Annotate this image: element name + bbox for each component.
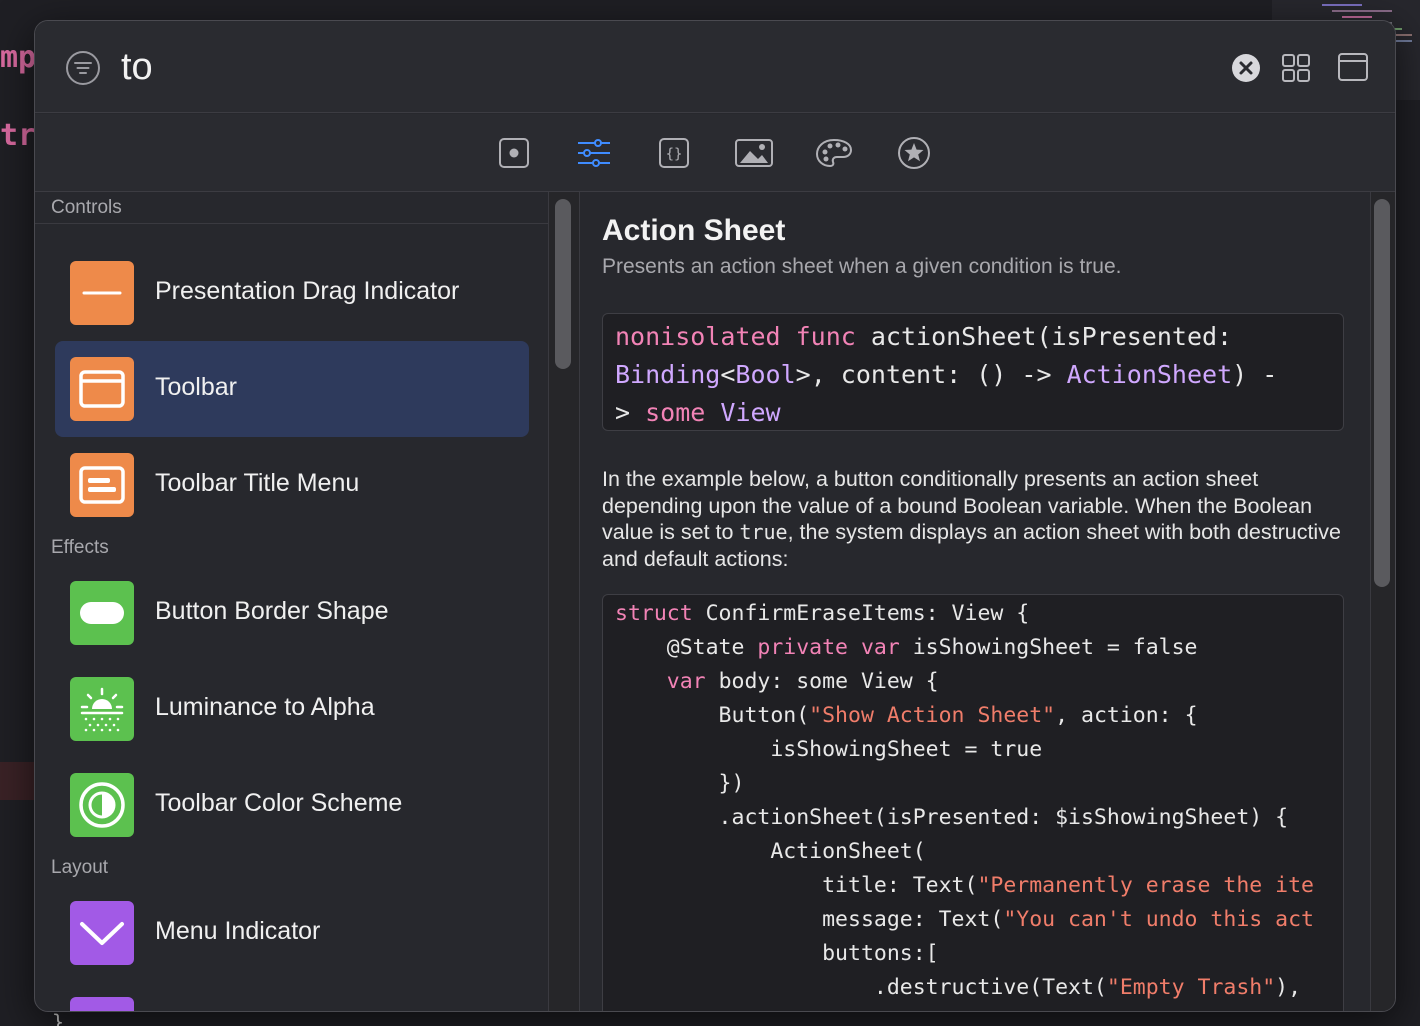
library-list: Controls Presentation Drag Indicator Too…: [35, 192, 548, 1011]
declaration-code-block: nonisolated func actionSheet(isPresented…: [602, 313, 1344, 431]
list-item-toolbar-title-menu[interactable]: Toolbar Title Menu: [55, 437, 529, 533]
example-code-block: struct ConfirmEraseItems: View { @State …: [602, 594, 1344, 1011]
sun-haze-icon: [70, 677, 134, 741]
color-scheme-icon: [70, 773, 134, 837]
detail-scrollbar-thumb[interactable]: [1374, 199, 1390, 587]
list-item-label: Luminance to Alpha: [155, 693, 375, 721]
modifiers-icon: [578, 139, 610, 167]
background-code-fragment: tr: [0, 118, 37, 153]
section-header-effects: Effects: [51, 537, 109, 558]
clear-search-icon[interactable]: [1231, 53, 1261, 83]
list-item-luminance-to-alpha[interactable]: Luminance to Alpha: [55, 661, 529, 757]
list-item-label: Button Border Shape: [155, 597, 389, 625]
list-item-label: Toolbar Title Menu: [155, 469, 360, 497]
list-item-presentation-drag-indicator[interactable]: Presentation Drag Indicator: [55, 245, 529, 341]
image-icon: [735, 139, 773, 167]
snippets-icon: {}: [659, 138, 689, 168]
toolbar-title-menu-icon: [70, 453, 134, 517]
filter-icon[interactable]: [65, 50, 101, 86]
tab-colors[interactable]: [814, 134, 854, 172]
tab-modifiers[interactable]: [574, 134, 614, 172]
list-scrollbar-thumb[interactable]: [555, 199, 571, 369]
grid-view-icon[interactable]: [1281, 53, 1311, 83]
list-item-toolbar-color-scheme[interactable]: Toolbar Color Scheme: [55, 757, 529, 853]
star-icon: [898, 137, 930, 169]
chevron-down-icon: [70, 901, 134, 965]
tab-snippets[interactable]: {}: [654, 134, 694, 172]
tab-views[interactable]: [494, 134, 534, 172]
detail-title: Action Sheet: [602, 214, 786, 247]
search-input[interactable]: [121, 39, 721, 95]
color-palette-icon: [815, 138, 853, 168]
library-window: {}: [34, 20, 1396, 1012]
svg-text:{}: {}: [666, 147, 683, 163]
detail-subtitle: Presents an action sheet when a given co…: [602, 255, 1122, 278]
list-item-label: Toolbar Color Scheme: [155, 789, 403, 817]
list-item-label: Presentation Drag Indicator: [155, 277, 460, 305]
background-code-fragment: mp: [0, 40, 37, 75]
views-icon: [499, 138, 529, 168]
capsule-icon: [70, 581, 134, 645]
layout-item-icon: [70, 997, 134, 1011]
section-header-layout: Layout: [51, 857, 109, 878]
list-item-toolbar[interactable]: Toolbar: [55, 341, 529, 437]
background-code-brace: }: [52, 1010, 65, 1026]
detail-description: In the example below, a button condition…: [602, 467, 1341, 571]
list-item-partial[interactable]: [55, 981, 529, 1011]
detail-panel-icon[interactable]: [1337, 51, 1369, 83]
search-bar: [35, 21, 1395, 113]
list-item-label: Menu Indicator: [155, 917, 321, 945]
library-tab-bar: {}: [35, 114, 1395, 192]
toolbar-icon: [70, 357, 134, 421]
list-item-label: Toolbar: [155, 373, 237, 401]
tab-favorites[interactable]: [894, 134, 934, 172]
drag-indicator-icon: [70, 261, 134, 325]
list-item-menu-indicator[interactable]: Menu Indicator: [55, 885, 529, 981]
background-error-highlight: [0, 762, 34, 800]
section-header-controls: Controls: [51, 197, 122, 218]
tab-media[interactable]: [734, 134, 774, 172]
detail-pane: Action Sheet Presents an action sheet wh…: [580, 192, 1370, 1011]
list-item-button-border-shape[interactable]: Button Border Shape: [55, 565, 529, 661]
